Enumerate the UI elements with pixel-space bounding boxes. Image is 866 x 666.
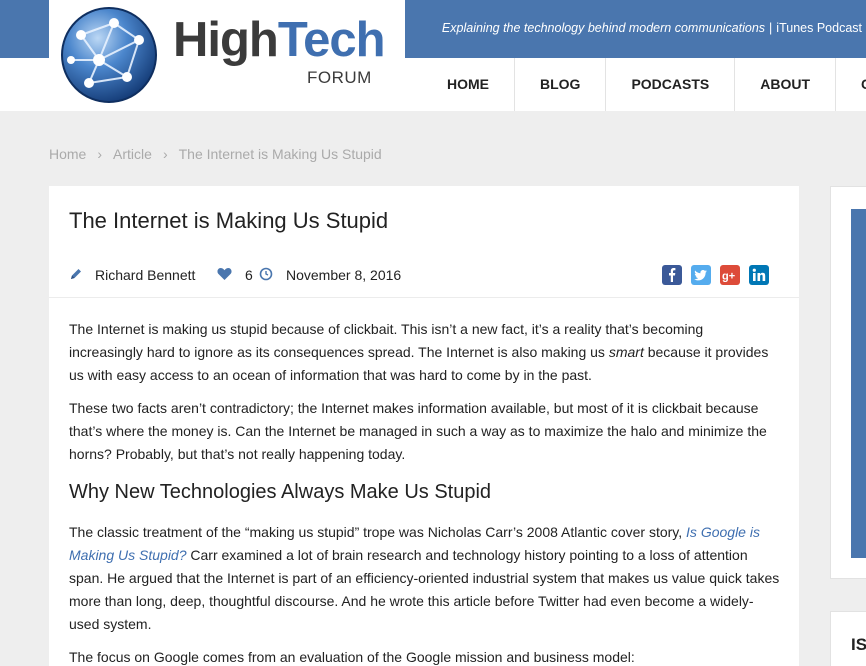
p1-emphasis: smart bbox=[608, 344, 644, 360]
article-body: The Internet is making us stupid because… bbox=[69, 318, 781, 666]
p3-text-a: The classic treatment of the “making us … bbox=[69, 524, 687, 540]
breadcrumb-current: The Internet is Making Us Stupid bbox=[178, 146, 382, 162]
article-card: The Internet is Making Us Stupid Richard… bbox=[49, 186, 799, 666]
heart-icon[interactable] bbox=[217, 267, 232, 281]
svg-text:g+: g+ bbox=[722, 271, 735, 283]
tagline-separator: | bbox=[769, 21, 773, 35]
sidebar-widget-bottom: IS bbox=[830, 611, 866, 666]
like-count: 6 bbox=[245, 267, 253, 283]
paragraph-4: The focus on Google comes from an evalua… bbox=[69, 649, 635, 665]
twitter-icon[interactable] bbox=[691, 265, 711, 285]
logo-forum: FORUM bbox=[307, 68, 372, 87]
article-meta: Richard Bennett 6 November 8, 2016 g+ bbox=[69, 265, 779, 287]
section-heading: Why New Technologies Always Make Us Stup… bbox=[69, 481, 492, 503]
globe-logo-icon bbox=[61, 7, 157, 103]
breadcrumb-article[interactable]: Article bbox=[113, 146, 152, 162]
tagline: Explaining the technology behind modern … bbox=[442, 21, 862, 35]
linkedin-icon[interactable] bbox=[749, 265, 769, 285]
main-nav: HOME BLOG PODCASTS ABOUT C bbox=[422, 58, 866, 111]
breadcrumb-home[interactable]: Home bbox=[49, 146, 86, 162]
paragraph-1: The Internet is making us stupid because… bbox=[69, 318, 781, 387]
nav-blog[interactable]: BLOG bbox=[515, 58, 607, 111]
clock-icon bbox=[259, 267, 273, 281]
article-title: The Internet is Making Us Stupid bbox=[69, 208, 389, 233]
sidebar-heading: IS bbox=[851, 635, 866, 654]
sidebar-banner[interactable] bbox=[851, 209, 866, 558]
post-date: November 8, 2016 bbox=[286, 267, 402, 283]
google-plus-icon[interactable]: g+ bbox=[720, 265, 740, 285]
nav-podcasts[interactable]: PODCASTS bbox=[606, 58, 736, 111]
breadcrumb: Home › Article › The Internet is Making … bbox=[49, 146, 382, 162]
share-buttons: g+ bbox=[662, 265, 769, 285]
chevron-right-icon: › bbox=[162, 146, 168, 162]
nav-contact[interactable]: C bbox=[836, 58, 866, 111]
tagline-text: Explaining the technology behind modern … bbox=[441, 21, 766, 35]
paragraph-3: The classic treatment of the “making us … bbox=[69, 521, 781, 636]
pencil-icon bbox=[71, 269, 81, 279]
itunes-podcast-link[interactable]: iTunes Podcast bbox=[776, 21, 862, 35]
logo-wordmark: HighTech bbox=[173, 13, 386, 67]
logo-high: High bbox=[173, 13, 279, 67]
paragraph-2: These two facts aren’t contradictory; th… bbox=[69, 400, 767, 462]
nav-home[interactable]: HOME bbox=[422, 58, 515, 111]
meta-divider bbox=[49, 297, 799, 298]
site-logo[interactable]: HighTech FORUM bbox=[49, 0, 405, 111]
sidebar-widget-top bbox=[830, 186, 866, 579]
chevron-right-icon: › bbox=[97, 146, 103, 162]
facebook-icon[interactable] bbox=[662, 265, 682, 285]
logo-tech: Tech bbox=[277, 13, 386, 67]
nav-about[interactable]: ABOUT bbox=[735, 58, 837, 111]
author-name[interactable]: Richard Bennett bbox=[95, 267, 195, 283]
